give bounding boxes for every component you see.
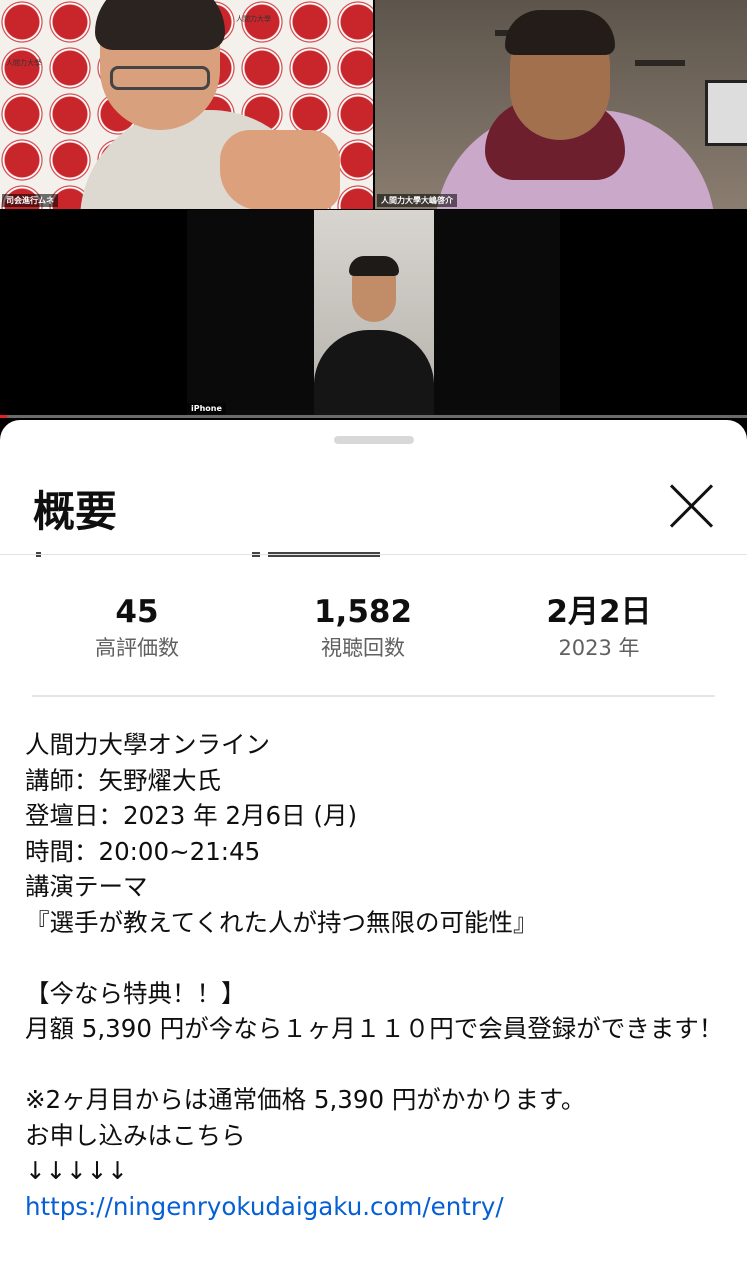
- participant-tile-guest: 人間力大學大嶋啓介: [375, 0, 747, 209]
- video-stats: 45 高評価数 1,582 視聴回数 2月2日 2023 年: [0, 592, 747, 672]
- glasses: [110, 66, 210, 90]
- description-sheet: 概要 45 高評価数 1,582 視聴回数 2月2日 2023 年 人間力大學オ…: [0, 420, 747, 1280]
- video-player[interactable]: 人間力大學 人間力大學 司会進行ムネ 人間力大學大嶋啓介 iPhone: [0, 0, 747, 418]
- description-line: 【今なら特典！！】: [25, 978, 246, 1008]
- description-line: ※2ヶ月目からは通常価格 5,390 円がかかります。: [25, 1085, 586, 1114]
- stat-label: 高評価数: [95, 636, 179, 660]
- drag-handle[interactable]: [334, 436, 414, 444]
- person-hair: [349, 256, 399, 276]
- wall-shelf: [635, 60, 685, 66]
- stat-label: 2023 年: [558, 636, 640, 660]
- description-line: 『選手が教えてくれた人が持つ無限の可能性』: [25, 907, 538, 937]
- wall-frame: [705, 80, 747, 146]
- close-x-icon[interactable]: [668, 483, 714, 529]
- stat-date: 2月2日 2023 年: [489, 592, 709, 663]
- person-hair: [95, 0, 225, 50]
- description-line: 人間力大學オンライン: [25, 730, 270, 759]
- person-hair: [505, 10, 615, 55]
- participant-name-tag: iPhone: [187, 403, 226, 414]
- backdrop-label: 人間力大學: [6, 59, 41, 67]
- description-line: 講演テーマ: [25, 872, 148, 901]
- waving-hand: [220, 130, 340, 209]
- participant-name-tag: 司会進行ムネ: [2, 194, 58, 207]
- participant-tile-host: 人間力大學 人間力大學 司会進行ムネ: [0, 0, 373, 209]
- stat-value: 45: [115, 594, 159, 630]
- description-text: 人間力大學オンライン 講師：矢野燿大氏 登壇日：2023 年 2月6日 (月) …: [25, 727, 725, 1224]
- video-progress-bar[interactable]: [0, 415, 747, 418]
- backdrop-label: 人間力大學: [236, 15, 271, 23]
- description-line: 登壇日：2023 年 2月6日 (月): [25, 801, 358, 830]
- participant-name-tag: 人間力大學大嶋啓介: [377, 194, 457, 207]
- sheet-title: 概要: [33, 487, 118, 536]
- description-line: 時間：20:00~21:45: [25, 836, 261, 866]
- stat-value: 2月2日: [546, 594, 652, 630]
- video-progress-fill: [0, 415, 8, 418]
- header-divider: [0, 554, 747, 555]
- stat-likes: 45 高評価数: [27, 592, 247, 663]
- stat-label: 視聴回数: [321, 636, 405, 660]
- entry-link[interactable]: https://ningenryokudaigaku.com/entry/: [25, 1192, 504, 1221]
- description-line: 講師：矢野燿大氏: [25, 765, 221, 795]
- description-line: 月額 5,390 円が今なら１ヶ月１１０円で会員登録ができます！: [25, 1014, 724, 1043]
- stat-views: 1,582 視聴回数: [253, 592, 473, 663]
- description-line: ↓↓↓↓↓: [25, 1156, 128, 1185]
- participant-tile-lecturer: iPhone: [187, 210, 560, 416]
- description-line: お申し込みはこちら: [25, 1120, 246, 1150]
- stat-value: 1,582: [313, 594, 413, 630]
- stats-divider: [32, 695, 715, 697]
